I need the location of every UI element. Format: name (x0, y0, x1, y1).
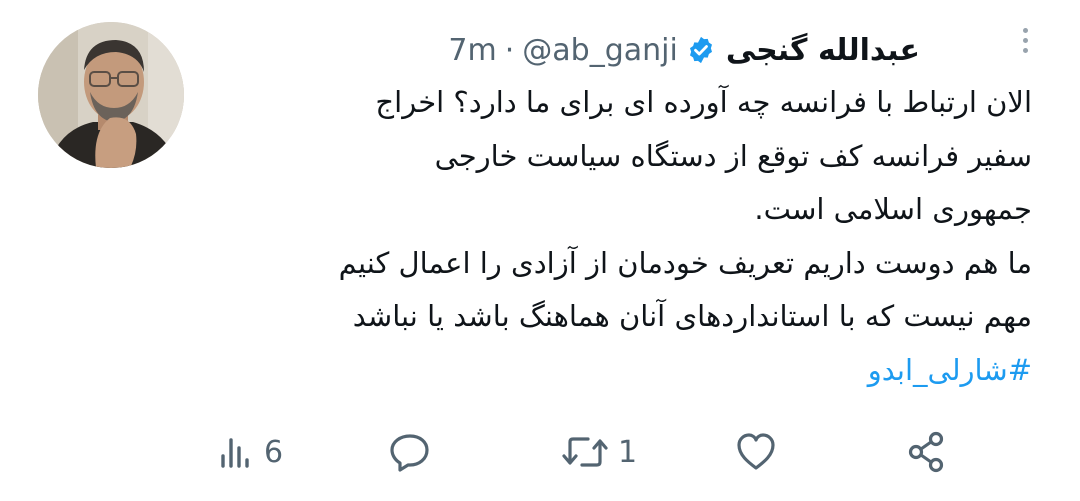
retweet-count: 1 (618, 434, 638, 470)
like-button[interactable] (734, 422, 786, 482)
heart-icon (737, 433, 775, 470)
retweet-icon (562, 437, 608, 467)
tweet-header: عبدالله گنجی @ab_ganji · 7m (448, 30, 920, 70)
timestamp[interactable]: 7m (448, 33, 496, 68)
tweet-line: مهم نیست که با استانداردهای آنان هماهنگ … (352, 299, 1032, 333)
more-options-icon[interactable] (1010, 20, 1040, 60)
reply-icon (390, 434, 429, 472)
views-icon (221, 438, 249, 468)
tweet-line: سفیر فرانسه کف توقع از دستگاه سیاست خارج… (434, 138, 1032, 173)
author-name[interactable]: عبدالله گنجی (726, 33, 920, 68)
retweet-button[interactable]: 1 (560, 422, 637, 482)
author-handle[interactable]: @ab_ganji (522, 33, 678, 68)
separator-dot: · (504, 32, 515, 68)
avatar[interactable] (38, 22, 184, 168)
hashtag-link[interactable]: #شارلی_ابدو (212, 344, 1032, 398)
reply-button[interactable] (388, 422, 440, 482)
profile-photo (38, 22, 184, 168)
share-icon (908, 431, 944, 473)
tweet-line: جمهوری اسلامی است. (754, 192, 1032, 226)
tweet-text: الان ارتباط با فرانسه چه آورده ای برای م… (212, 76, 1032, 397)
views-button[interactable]: 6 (216, 422, 283, 482)
action-bar: 6 1 (0, 422, 1080, 482)
views-count: 6 (264, 434, 284, 470)
tweet-line: الان ارتباط با فرانسه چه آورده ای برای م… (375, 85, 1032, 119)
share-button[interactable] (905, 422, 949, 482)
verified-badge-icon (686, 35, 716, 65)
tweet-line: ما هم دوست داریم تعریف خودمان از آزادی ر… (338, 245, 1032, 280)
